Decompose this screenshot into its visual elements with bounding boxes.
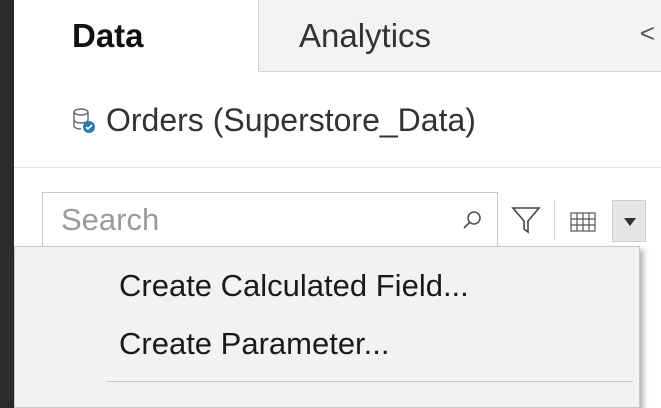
chevron-down-icon	[624, 218, 636, 226]
menu-divider	[107, 381, 633, 382]
data-source-item[interactable]: Orders (Superstore_Data)	[14, 72, 661, 168]
search-input[interactable]	[61, 201, 421, 239]
app-frame: Data Analytics < Orders (Superstore_Data…	[0, 0, 661, 408]
data-source-label: Orders (Superstore_Data)	[106, 102, 476, 138]
toolbar-divider	[554, 200, 555, 240]
tab-data[interactable]: Data	[14, 0, 258, 72]
filter-icon[interactable]	[510, 204, 542, 236]
list-view-icon[interactable]	[570, 212, 596, 232]
tab-analytics[interactable]: Analytics <	[258, 0, 661, 72]
menu-item-label: Create Calculated Field...	[119, 268, 469, 303]
tab-bar: Data Analytics <	[14, 0, 661, 72]
menu-item-label: Create Parameter...	[119, 326, 390, 361]
dropdown-arrow-icon[interactable]	[612, 200, 646, 242]
collapse-pane-icon[interactable]: <	[640, 18, 655, 49]
menu-item-create-parameter[interactable]: Create Parameter...	[15, 317, 639, 371]
database-connection-icon	[73, 108, 95, 133]
tab-analytics-label: Analytics	[299, 16, 432, 54]
search-icon[interactable]	[461, 209, 483, 231]
tab-data-label: Data	[72, 17, 144, 54]
menu-item-create-calculated-field[interactable]: Create Calculated Field...	[15, 259, 639, 313]
search-box	[42, 192, 498, 248]
context-menu: Create Calculated Field... Create Parame…	[14, 246, 640, 408]
